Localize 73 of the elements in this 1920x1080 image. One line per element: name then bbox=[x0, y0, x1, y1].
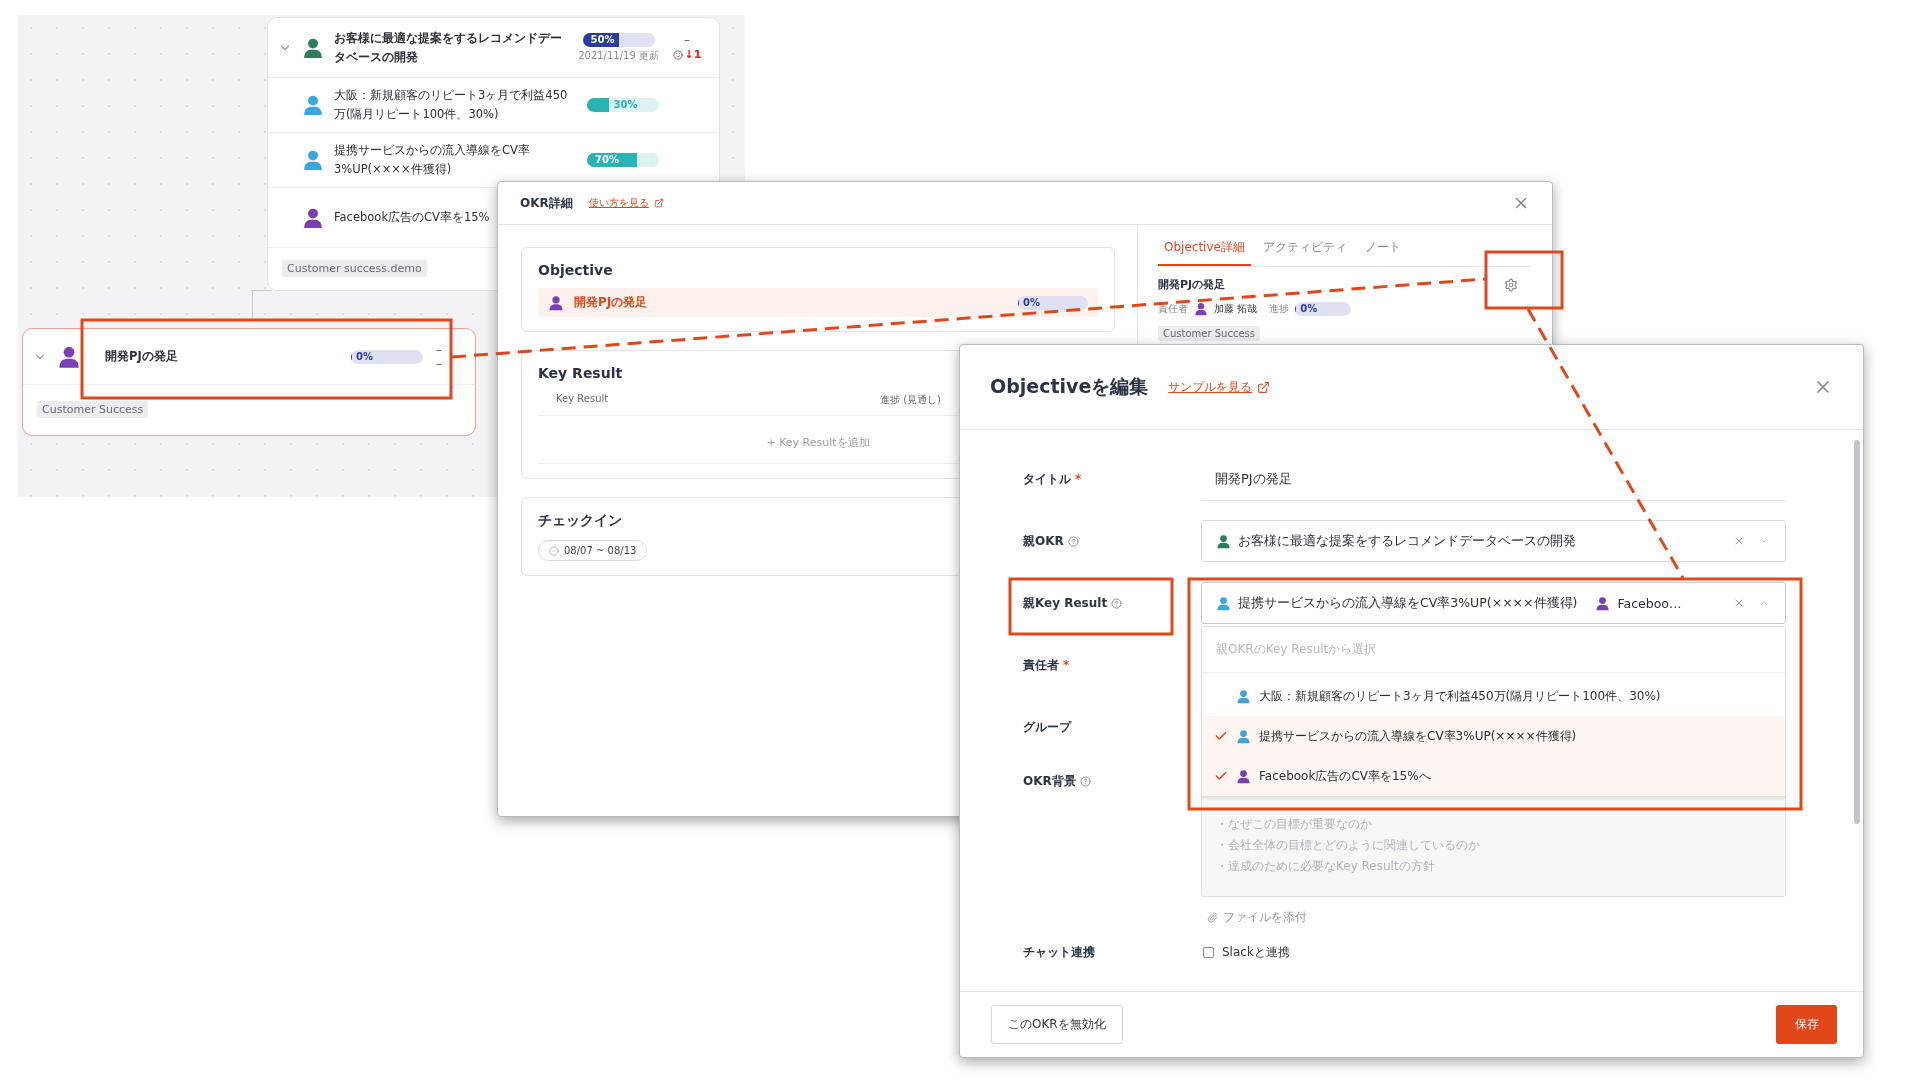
column-header: Key Result bbox=[556, 393, 610, 406]
field-label: 責任者 * bbox=[1023, 656, 1071, 674]
objective-title: 開発PJの発足 bbox=[1158, 277, 1227, 292]
caret-icon[interactable] bbox=[1759, 598, 1769, 608]
owner-label: 責任者 bbox=[1158, 302, 1188, 316]
scrollbar[interactable] bbox=[1854, 440, 1860, 824]
progress-label: 30% bbox=[613, 98, 638, 112]
dash-text: – bbox=[436, 343, 442, 356]
external-link-icon bbox=[1257, 380, 1271, 394]
caret-icon[interactable] bbox=[1759, 536, 1769, 546]
field-label: 親Key Result bbox=[1023, 594, 1201, 612]
help-icon[interactable] bbox=[1067, 535, 1079, 547]
menu-item[interactable]: 大阪：新規顧客のリピート3ヶ月で利益450万(隔月リピート100件、30%) bbox=[1202, 676, 1785, 716]
dialog-title: Objectiveを編集 bbox=[990, 374, 1149, 399]
check-circle-icon bbox=[549, 545, 559, 556]
group-tag: Customer Success bbox=[37, 401, 149, 418]
group-tag: Customer Success bbox=[1158, 326, 1260, 341]
check-icon bbox=[1214, 769, 1228, 783]
progress-label: 0% bbox=[356, 349, 373, 364]
progress-caption: 進捗 bbox=[1269, 302, 1290, 316]
progress-label: 0% bbox=[1023, 295, 1040, 310]
field-label: チャット連携 bbox=[1023, 943, 1096, 961]
field-label: 親OKR bbox=[1023, 532, 1201, 550]
progress-label: 50% bbox=[590, 32, 615, 47]
okr-title: 開発PJの発足 bbox=[104, 348, 179, 365]
menu-item[interactable]: Facebook広告のCV率を15%へ bbox=[1202, 756, 1785, 796]
settings-button[interactable] bbox=[1504, 277, 1518, 292]
okr-title: 提携サービスからの流入導線をCV率3%UP(××××件獲得) bbox=[334, 142, 531, 178]
select-field[interactable]: お客様に最適な提案をするレコメンドデータベースの開発 bbox=[1201, 520, 1786, 562]
owner-name: 加藤 拓哉 bbox=[1214, 302, 1258, 316]
dash-text: – bbox=[436, 357, 442, 370]
trend-text: ↓1 bbox=[684, 48, 702, 61]
objective-title: 開発PJの発足 bbox=[574, 294, 649, 311]
selected-value: お客様に最適な提案をするレコメンドデータベースの開発 bbox=[1238, 532, 1576, 550]
section-heading: チェックイン bbox=[538, 512, 623, 530]
progress-label: 0% bbox=[1300, 302, 1318, 316]
field-label: グループ bbox=[1023, 718, 1073, 736]
tab[interactable]: ノート bbox=[1358, 233, 1407, 266]
disable-okr-button[interactable]: このOKRを無効化 bbox=[991, 1005, 1123, 1044]
column-header: 進捗 (見通し) bbox=[880, 393, 942, 407]
title-field[interactable]: 開発PJの発足 bbox=[1201, 457, 1786, 501]
period-chip[interactable]: 08/07 ~ 08/13 bbox=[538, 540, 648, 561]
slack-checkbox[interactable]: Slackと連携 bbox=[1201, 943, 1786, 961]
sample-link[interactable]: サンプルを見る bbox=[1168, 378, 1271, 396]
tab[interactable]: Objective詳細 bbox=[1158, 233, 1251, 266]
smiley-icon bbox=[672, 49, 683, 60]
progress-label: 70% bbox=[595, 153, 619, 167]
help-icon[interactable] bbox=[1111, 597, 1123, 609]
field-label: タイトル * bbox=[1023, 470, 1083, 488]
dialog-title: OKR詳細 bbox=[520, 194, 573, 212]
selected-value: Faceboo… bbox=[1617, 595, 1682, 611]
dash-text: – bbox=[684, 34, 690, 46]
clear-icon[interactable] bbox=[1733, 597, 1745, 609]
okr-title: Facebook広告のCV率を15% bbox=[334, 209, 491, 226]
updated-date: 2021/11/19 更新 bbox=[578, 48, 659, 63]
help-link[interactable]: 使い方を見る bbox=[588, 196, 664, 210]
save-button[interactable]: 保存 bbox=[1776, 1005, 1837, 1044]
section-heading: Objective bbox=[538, 262, 614, 278]
paperclip-icon bbox=[1207, 912, 1218, 923]
connector-line bbox=[252, 290, 272, 322]
clear-icon[interactable] bbox=[1733, 535, 1745, 547]
okr-title: 大阪：新規顧客のリピート3ヶ月で利益450万(隔月リピート100件、30%) bbox=[334, 87, 569, 123]
objective-row[interactable]: 開発PJの発足 0% bbox=[538, 288, 1098, 317]
okr-title: お客様に最適な提案をするレコメンドデータベースの開発 bbox=[334, 29, 563, 66]
group-tag: Customer success.demo bbox=[282, 260, 427, 277]
selected-value: 提携サービスからの流入導線をCV率3%UP(××××件獲得) bbox=[1238, 594, 1578, 612]
check-icon bbox=[1214, 729, 1228, 743]
menu-item[interactable]: 提携サービスからの流入導線をCV率3%UP(××××件獲得) bbox=[1202, 716, 1785, 756]
section-heading: Key Result bbox=[538, 365, 624, 381]
help-icon[interactable] bbox=[1079, 776, 1091, 787]
tab[interactable]: アクティビティ bbox=[1256, 233, 1353, 266]
field-label: OKR背景 bbox=[1023, 773, 1201, 790]
external-link-icon bbox=[653, 198, 664, 208]
